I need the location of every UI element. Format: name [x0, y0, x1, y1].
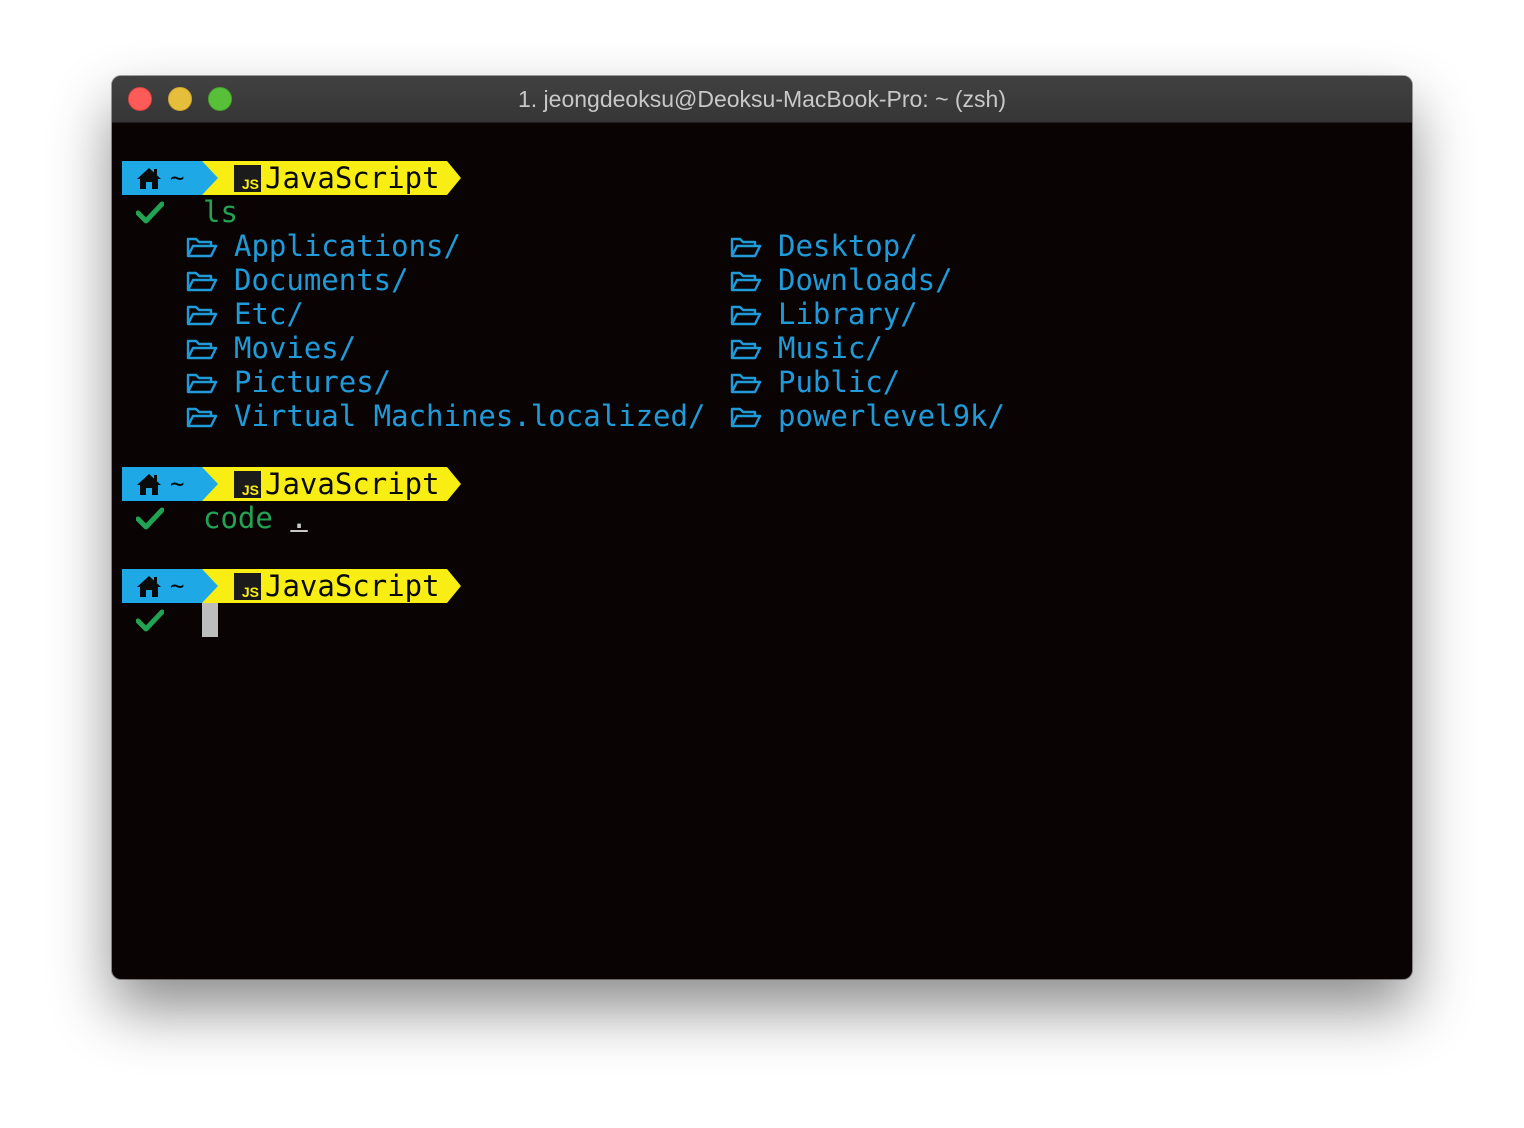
prompt-dir: ~	[170, 572, 185, 600]
js-icon: JS	[234, 471, 261, 498]
folder-open-icon	[186, 373, 218, 394]
folder-open-icon	[186, 271, 218, 292]
prompt-separator	[202, 467, 218, 501]
prompt-dir: ~	[170, 470, 185, 498]
command-text: ls	[203, 195, 238, 229]
check-icon	[136, 201, 164, 224]
folder-open-icon	[186, 305, 218, 326]
js-icon: JS	[234, 573, 261, 600]
command-text: code .	[203, 501, 308, 535]
folder-open-icon	[730, 305, 762, 326]
prompt-end-separator	[447, 569, 461, 603]
folder-open-icon	[730, 373, 762, 394]
prompt-separator	[202, 161, 218, 195]
folder-open-icon	[730, 407, 762, 428]
prompt-home-segment: ~	[122, 467, 202, 501]
prompt-separator	[202, 569, 218, 603]
folder-open-icon	[730, 271, 762, 292]
folder-open-icon	[186, 237, 218, 258]
prompt-lang: JavaScript	[265, 569, 440, 603]
text-cursor	[202, 603, 218, 637]
prompt-end-separator	[447, 467, 461, 501]
prompt-lang: JavaScript	[265, 161, 440, 195]
home-icon	[137, 168, 161, 189]
prompt-home-segment: ~	[122, 569, 202, 603]
check-icon	[136, 507, 164, 530]
title-bar[interactable]: 1. jeongdeoksu@Deoksu-MacBook-Pro: ~ (zs…	[112, 76, 1412, 123]
home-icon	[137, 474, 161, 495]
home-icon	[137, 576, 161, 597]
command-line[interactable]	[112, 603, 712, 637]
command-line: code .	[112, 501, 712, 535]
command-line: ls	[112, 195, 712, 229]
folder-open-icon	[730, 237, 762, 258]
prompt-dir: ~	[170, 164, 185, 192]
check-icon	[136, 609, 164, 632]
terminal-content[interactable]: ~ JS JavaScript ls Applications/ Documen…	[112, 122, 1412, 979]
folder-open-icon	[186, 339, 218, 360]
folder-open-icon	[730, 339, 762, 360]
js-icon: JS	[234, 165, 261, 192]
command-arg: .	[290, 501, 308, 535]
prompt-home-segment: ~	[122, 161, 202, 195]
terminal-window: 1. jeongdeoksu@Deoksu-MacBook-Pro: ~ (zs…	[112, 76, 1412, 979]
window-title: 1. jeongdeoksu@Deoksu-MacBook-Pro: ~ (zs…	[517, 86, 1007, 112]
prompt-end-separator	[447, 161, 461, 195]
folder-open-icon	[186, 407, 218, 428]
prompt-lang: JavaScript	[265, 467, 440, 501]
